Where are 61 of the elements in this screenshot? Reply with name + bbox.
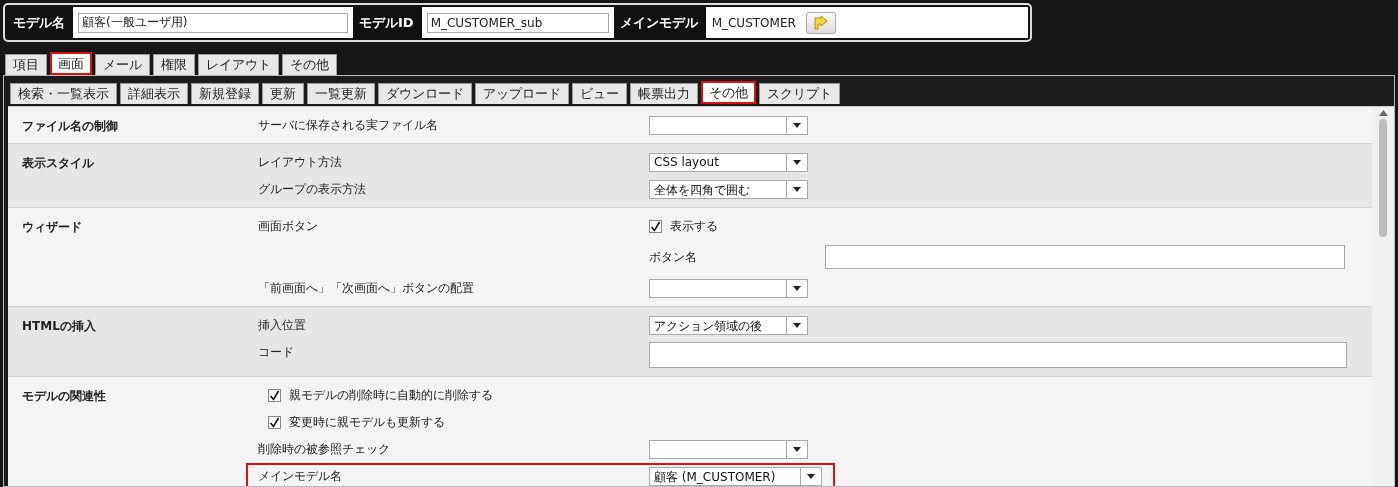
setting-label: 削除時の被参照チェック [258,441,391,458]
dropdown[interactable] [649,439,808,459]
dropdown[interactable]: アクション領域の後 [649,315,808,335]
tab[interactable]: スクリプト [759,83,840,104]
setting-label: コード [258,344,295,361]
checkbox[interactable] [649,219,662,233]
tab[interactable]: ダウンロード [378,83,472,104]
setting-label: レイアウト方法 [258,154,343,171]
tab[interactable]: 新規登録 [191,83,259,104]
tab[interactable]: その他 [282,54,337,75]
setting-label: メインモデル名 [258,468,343,485]
caret-icon [807,473,815,479]
setting-label: 画面ボタン [258,218,319,235]
scrollbar-thumb[interactable] [1379,119,1387,237]
jump-button[interactable] [805,11,836,34]
checkbox[interactable] [268,388,281,402]
code-field[interactable] [649,342,1347,368]
scroll-up-icon[interactable] [1378,110,1388,116]
tab[interactable]: 帳票出力 [630,83,698,104]
section-title: HTMLの挿入 [21,318,97,335]
setting-label: 「前画面へ」「次画面へ」ボタンの配置 [258,280,475,297]
setting-label: 挿入位置 [258,317,307,334]
setting-label: グループの表示方法 [258,181,367,198]
caret-icon [793,446,801,452]
checkbox[interactable] [268,415,281,429]
model-name-field[interactable]: 顧客(一般ユーザ用) [78,12,348,33]
tab[interactable]: 項目 [5,54,47,75]
tab[interactable]: 一覧更新 [307,83,375,104]
caret-icon [793,322,801,328]
section-title: ファイル名の制御 [21,118,119,135]
tab[interactable]: その他 [701,81,756,104]
checkbox-label: 親モデルの削除時に自動的に削除する [289,386,493,404]
section-title: ウィザード [21,219,83,236]
tab[interactable]: 検索・一覧表示 [10,83,117,104]
caret-icon [793,186,801,192]
checkbox-label: 表示する [670,217,718,235]
dropdown[interactable] [649,115,808,135]
tab[interactable]: レイアウト [198,54,279,75]
arrow-icon [812,15,829,30]
caret-icon [793,285,801,291]
dropdown[interactable]: CSS layout [649,152,808,172]
section-title: 表示スタイル [21,155,95,172]
caret-icon [793,122,801,128]
section-title: モデルの関連性 [21,388,107,405]
tab[interactable]: アップロード [475,83,569,104]
field-label: ボタン名 [649,248,698,266]
tab[interactable]: 詳細表示 [120,83,188,104]
caret-icon [793,159,801,165]
checkbox-label: 変更時に親モデルも更新する [289,413,445,431]
text-field[interactable] [825,245,1345,269]
tab[interactable]: 更新 [262,83,304,104]
model-id-field[interactable]: M_CUSTOMER_sub [426,12,609,33]
tab[interactable]: ビュー [572,83,627,104]
main-model-value: M_CUSTOMER [711,15,796,30]
dropdown[interactable] [649,278,808,298]
tab[interactable]: 画面 [50,52,92,75]
setting-label: サーバに保存される実ファイル名 [258,117,439,134]
tab[interactable]: 権限 [153,54,195,75]
tab[interactable]: メール [95,54,150,75]
dropdown[interactable]: 顧客 (M_CUSTOMER) [649,466,822,486]
dropdown[interactable]: 全体を四角で囲む [649,179,808,199]
